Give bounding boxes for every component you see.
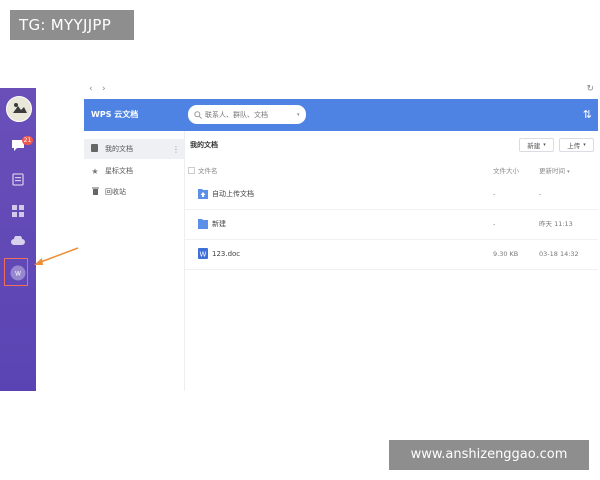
watermark-top: TG: MYYJJPP — [10, 10, 134, 40]
search-input[interactable] — [202, 110, 297, 119]
folder-icon — [89, 144, 101, 154]
file-name: 123.doc — [212, 250, 241, 258]
more-icon[interactable]: ⋮ — [172, 145, 180, 154]
cloud-icon[interactable] — [9, 232, 27, 250]
sort-down-icon: ▾ — [567, 169, 570, 175]
upload-button-label: 上传 — [567, 142, 581, 150]
back-button[interactable]: ‹ — [89, 84, 93, 94]
new-button[interactable]: 新建 ▾ — [519, 138, 554, 152]
sidebar-item-my-docs[interactable]: 我的文档 ⋮ — [84, 139, 184, 159]
upload-button[interactable]: 上传 ▾ — [559, 138, 594, 152]
column-header-modified[interactable]: 更新时间 ▾ — [539, 163, 570, 179]
file-name: 自动上传文档 — [212, 190, 254, 198]
chevron-down-icon: ▾ — [543, 142, 546, 148]
file-modified: 昨天 11:13 — [539, 220, 573, 228]
watermark-bottom: www.anshizenggao.com — [389, 440, 589, 470]
table-row[interactable]: W 123.doc 9.30 KB 03-18 14:32 — [185, 239, 598, 270]
file-modified: - — [539, 190, 542, 198]
column-header-size[interactable]: 文件大小 — [493, 163, 519, 179]
file-list-panel: 我的文档 新建 ▾ 上传 ▾ 文件名 文件大小 更新时间 ▾ 自动上传文档 - … — [185, 131, 598, 391]
select-all-checkbox[interactable] — [188, 167, 195, 174]
nav-row: ‹ › ↻ — [84, 84, 596, 98]
sidebar-item-label: 回收站 — [105, 188, 126, 196]
column-header-name[interactable]: 文件名 — [198, 163, 218, 179]
sidebar-item-label: 星标文档 — [105, 167, 133, 175]
table-row[interactable]: 自动上传文档 - - — [185, 179, 598, 210]
search-dropdown-icon[interactable]: ▾ — [297, 112, 300, 118]
refresh-icon[interactable]: ↻ — [586, 84, 594, 94]
sidebar-item-trash[interactable]: 回收站 — [84, 182, 184, 202]
upload-folder-icon — [198, 189, 208, 199]
sort-icon[interactable]: ⇅ — [583, 108, 592, 121]
arrow-annotation — [34, 247, 79, 265]
sidebar: 我的文档 ⋮ ★ 星标文档 回收站 — [84, 131, 185, 391]
sidebar-item-starred[interactable]: ★ 星标文档 — [84, 161, 184, 181]
folder-icon — [198, 219, 208, 229]
file-modified: 03-18 14:32 — [539, 250, 579, 258]
search-box[interactable]: ▾ — [188, 105, 306, 124]
trash-icon — [89, 187, 101, 197]
new-button-label: 新建 — [527, 142, 541, 150]
left-rail: 21 W — [0, 88, 36, 391]
avatar-icon — [7, 97, 31, 121]
apps-icon[interactable] — [9, 202, 27, 220]
file-size: - — [493, 220, 496, 228]
search-icon — [194, 110, 202, 119]
chevron-down-icon: ▾ — [583, 142, 586, 148]
highlight-box — [4, 258, 28, 286]
file-size: - — [493, 190, 496, 198]
star-icon: ★ — [91, 166, 99, 176]
table-row[interactable]: 新建 - 昨天 11:13 — [185, 209, 598, 240]
sidebar-item-label: 我的文档 — [105, 145, 133, 153]
file-size: 9.30 KB — [493, 250, 519, 258]
app-header: WPS 云文档 ▾ ⇅ — [84, 99, 598, 131]
unread-badge: 21 — [22, 136, 33, 145]
doc-icon[interactable] — [9, 170, 27, 188]
svg-text:W: W — [200, 251, 207, 259]
file-name: 新建 — [212, 220, 226, 228]
column-header-modified-label: 更新时间 — [539, 167, 565, 175]
word-doc-icon: W — [198, 248, 208, 259]
forward-button[interactable]: › — [102, 84, 106, 94]
app-title: WPS 云文档 — [91, 110, 139, 119]
avatar[interactable] — [6, 96, 32, 122]
page-title: 我的文档 — [190, 141, 218, 149]
